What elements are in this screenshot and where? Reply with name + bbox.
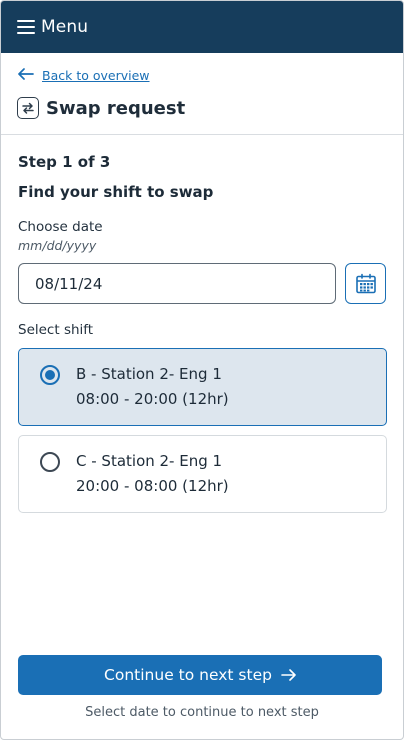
date-label: Choose date	[18, 219, 103, 235]
shift-option-c[interactable]: C - Station 2- Eng 1 20:00 - 08:00 (12hr…	[18, 435, 387, 513]
shift-option-title: C - Station 2- Eng 1	[76, 452, 223, 470]
back-nav: Back to overview	[1, 53, 403, 87]
swap-icon	[17, 97, 39, 119]
calendar-button[interactable]	[345, 263, 386, 304]
date-input[interactable]	[18, 263, 337, 304]
header-divider	[1, 134, 403, 135]
shift-option-time: 08:00 - 20:00 (12hr)	[76, 390, 229, 408]
date-picker	[18, 263, 386, 304]
shift-option-title: B - Station 2- Eng 1	[76, 365, 222, 383]
hamburger-icon[interactable]	[17, 20, 35, 34]
top-bar: Menu	[1, 1, 403, 53]
radio-selected[interactable]	[40, 365, 60, 385]
shift-label: Select shift	[18, 322, 94, 338]
shift-option-b[interactable]: B - Station 2- Eng 1 08:00 - 20:00 (12hr…	[18, 348, 387, 426]
arrow-right-icon	[281, 666, 296, 685]
form-content: Step 1 of 3 Find your shift to swap Choo…	[1, 153, 403, 513]
shift-option-time: 20:00 - 08:00 (12hr)	[76, 477, 229, 495]
menu-button-label[interactable]: Menu	[41, 17, 88, 37]
date-format-hint: mm/dd/yyyy	[18, 238, 97, 253]
calendar-icon	[355, 273, 376, 293]
step-heading: Find your shift to swap	[18, 183, 214, 201]
app-frame: Menu Back to overview Swap request Step …	[0, 0, 404, 740]
page-header: Swap request	[1, 87, 403, 123]
page-title: Swap request	[46, 97, 186, 119]
step-indicator: Step 1 of 3	[18, 153, 111, 171]
back-to-overview-link[interactable]: Back to overview	[42, 68, 150, 83]
continue-button-label: Continue to next step	[104, 666, 272, 684]
radio-unselected[interactable]	[40, 452, 60, 472]
arrow-left-icon[interactable]	[18, 67, 34, 83]
continue-button[interactable]: Continue to next step	[18, 655, 382, 695]
helper-text: Select date to continue to next step	[85, 705, 319, 720]
